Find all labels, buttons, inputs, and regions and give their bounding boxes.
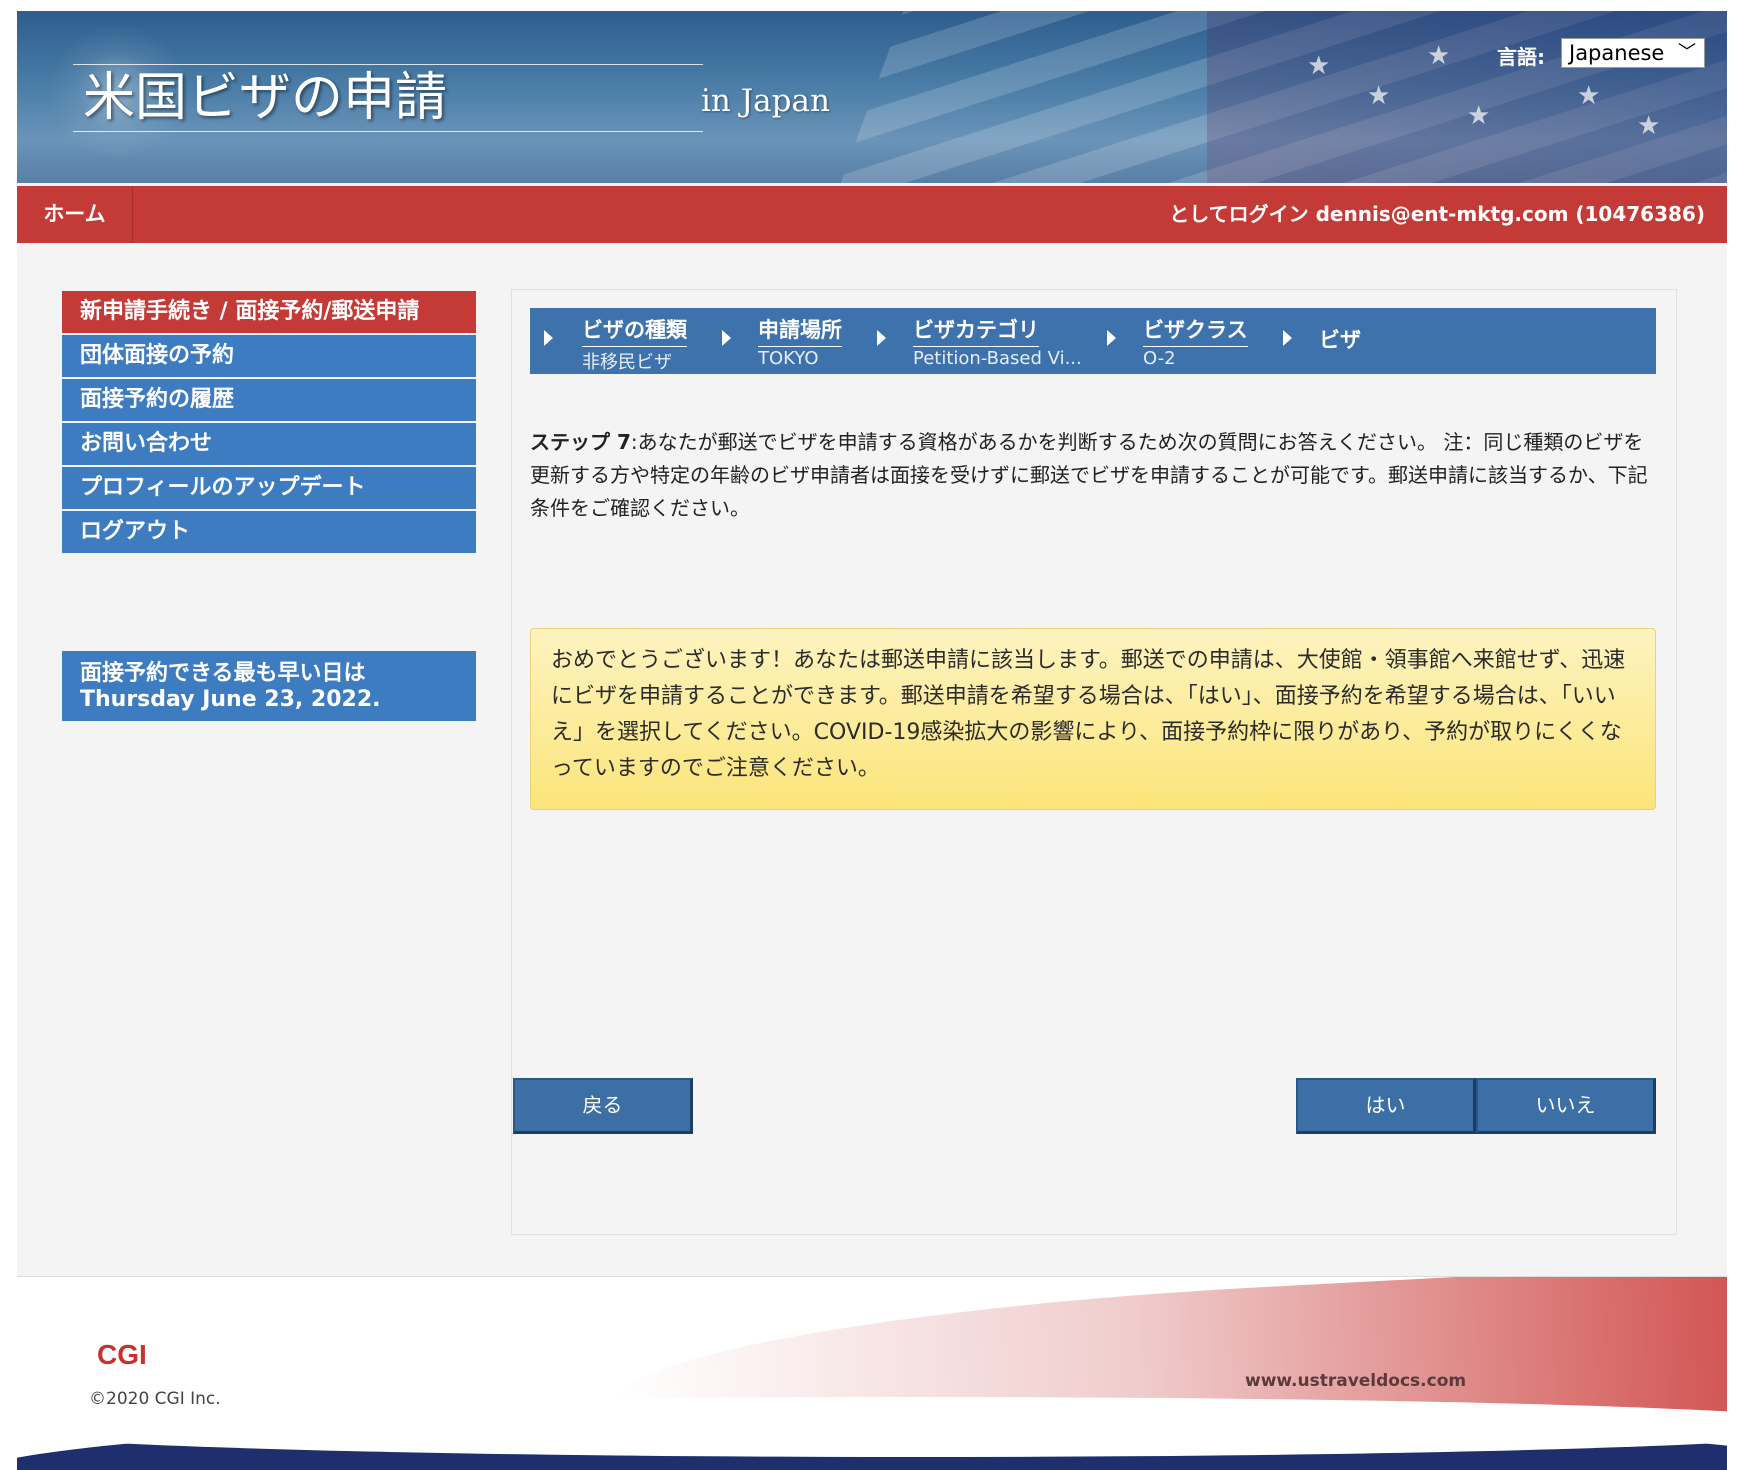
step-value: O-2 — [1143, 348, 1176, 369]
sidebar-item-logout[interactable]: ログアウト — [62, 511, 476, 553]
language-label: 言語: — [1497, 45, 1545, 69]
site-subtitle: in Japan — [701, 83, 830, 119]
earliest-appointment-box: 面接予約できる最も早い日は Thursday June 23, 2022. — [62, 651, 476, 721]
sidebar-item-group-interview[interactable]: 団体面接の予約 — [62, 335, 476, 377]
sidebar-menu: 新申請手続き / 面接予約/郵送申請 団体面接の予約 面接予約の履歴 お問い合わ… — [62, 291, 476, 555]
step-arrow-icon — [544, 330, 553, 346]
sidebar-item-contact[interactable]: お問い合わせ — [62, 423, 476, 465]
step-number: ステップ 7 — [530, 430, 631, 454]
instruction-text: :あなたが郵送でビザを申請する資格があるかを判断するため次の質問にお答えください… — [530, 430, 1648, 520]
star-icon: ★ — [1637, 111, 1661, 141]
step-arrow-icon — [1107, 330, 1116, 346]
progress-steps: ビザの種類 非移民ビザ 申請場所 TOKYO ビザカテゴリ Petition-B… — [530, 308, 1656, 374]
no-button[interactable]: いいえ — [1476, 1078, 1656, 1134]
star-icon: ★ — [1467, 101, 1491, 131]
star-icon: ★ — [1367, 81, 1391, 111]
nav-bar: ホーム としてログイン dennis@ent-mktg.com (1047638… — [17, 186, 1727, 243]
cgi-logo: CGI — [97, 1339, 147, 1370]
step-value: TOKYO — [758, 348, 819, 369]
star-icon: ★ — [1307, 51, 1331, 81]
nav-home-link[interactable]: ホーム — [17, 186, 133, 243]
sidebar-item-new-application[interactable]: 新申請手続き / 面接予約/郵送申請 — [62, 291, 476, 333]
step-arrow-icon — [1283, 330, 1292, 346]
step-arrow-icon — [877, 330, 886, 346]
language-select[interactable]: Japanese ﹀ — [1561, 38, 1705, 68]
step-label: ビザクラス — [1143, 314, 1248, 347]
earliest-appointment-date: Thursday June 23, 2022. — [80, 687, 381, 712]
step-label: ビザカテゴリ — [913, 314, 1039, 347]
header-banner: ★ ★ ★ ★ ★ ★ 米国ビザの申請 in Japan 言語: Japanes… — [17, 11, 1727, 183]
star-icon: ★ — [1577, 81, 1601, 111]
eligibility-notice: おめでとうございます！あなたは郵送申請に該当します。郵送での申請は、大使館・領事… — [530, 628, 1656, 810]
login-status: としてログイン dennis@ent-mktg.com (10476386) — [1169, 202, 1705, 226]
flag-shade-decoration — [1207, 11, 1727, 183]
back-button[interactable]: 戻る — [513, 1078, 693, 1134]
step-arrow-icon — [722, 330, 731, 346]
copyright-text: ©2020 CGI Inc. — [89, 1389, 221, 1409]
step-value: 非移民ビザ — [582, 352, 672, 373]
earliest-appointment-label: 面接予約できる最も早い日は — [80, 661, 366, 686]
step-label: ビザの種類 — [582, 314, 687, 347]
step-value: Petition-Based Vi... — [913, 348, 1082, 369]
site-title: 米国ビザの申請 — [73, 64, 703, 132]
footer-white-swoosh — [17, 1397, 1727, 1457]
language-select-value: Japanese — [1569, 41, 1665, 65]
step-instruction: ステップ 7:あなたが郵送でビザを申請する資格があるかを判断するため次の質問にお… — [530, 426, 1656, 525]
main-panel: ビザの種類 非移民ビザ 申請場所 TOKYO ビザカテゴリ Petition-B… — [511, 289, 1677, 1235]
step-label: 申請場所 — [758, 314, 842, 347]
yes-button[interactable]: はい — [1296, 1078, 1476, 1134]
step-label: ビザ — [1319, 328, 1361, 352]
sidebar-item-profile-update[interactable]: プロフィールのアップデート — [62, 467, 476, 509]
page: ★ ★ ★ ★ ★ ★ 米国ビザの申請 in Japan 言語: Japanes… — [17, 11, 1727, 1470]
chevron-down-icon: ﹀ — [1678, 42, 1696, 63]
star-icon: ★ — [1427, 41, 1451, 71]
sidebar-item-appointment-history[interactable]: 面接予約の履歴 — [62, 379, 476, 421]
footer-url-link[interactable]: www.ustraveldocs.com — [1245, 1371, 1466, 1391]
footer: CGI ©2020 CGI Inc. www.ustraveldocs.com — [17, 1276, 1727, 1470]
